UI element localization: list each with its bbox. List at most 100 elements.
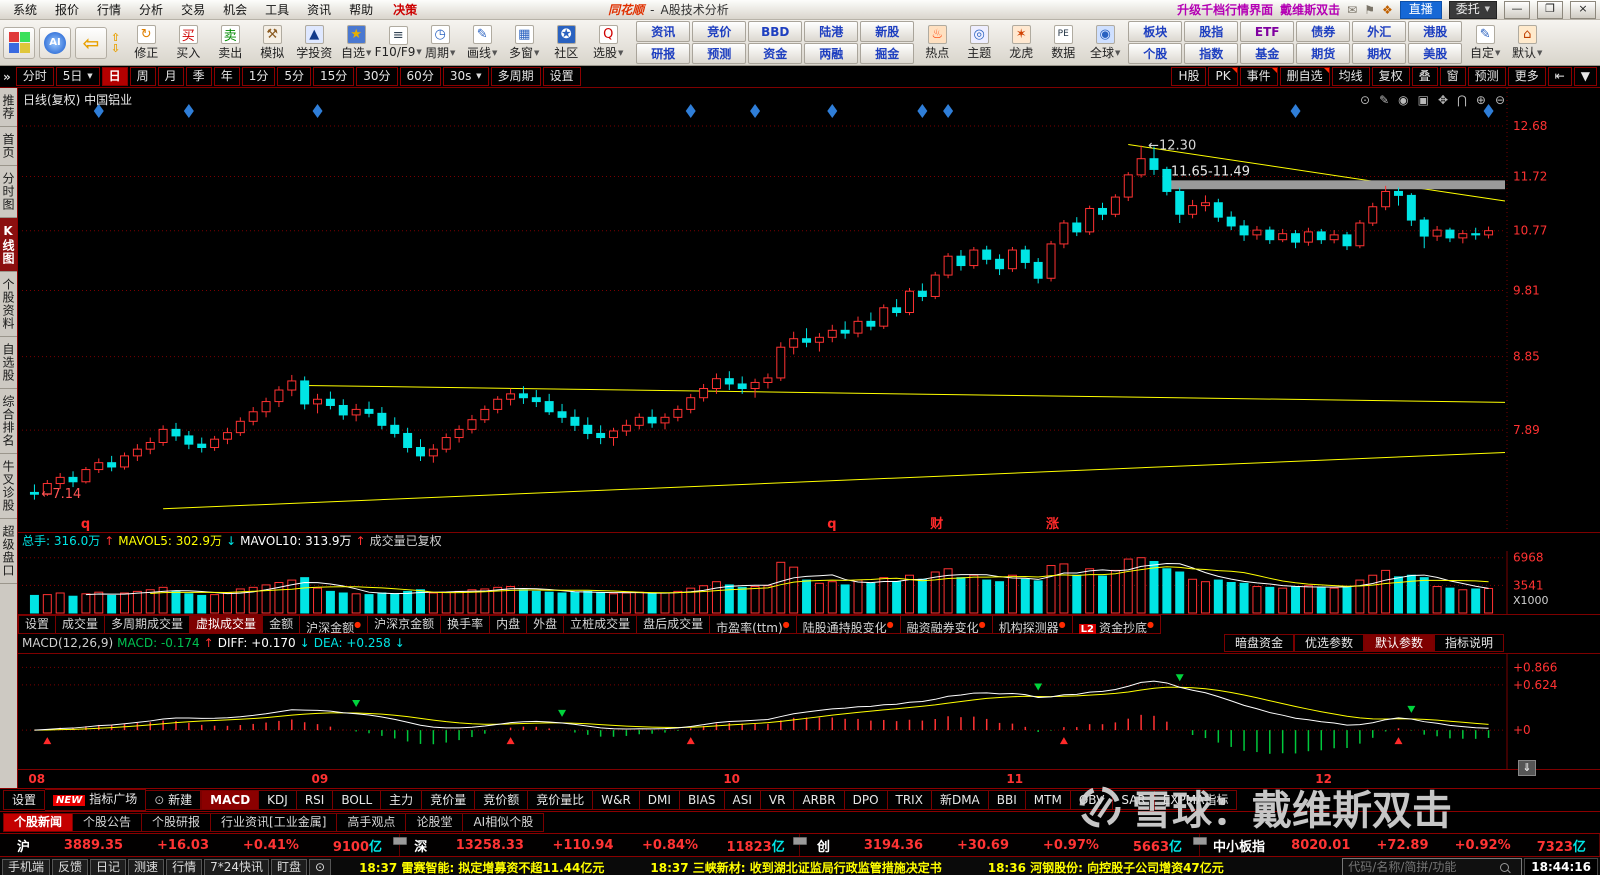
menu-item[interactable]: 资讯 <box>298 1 340 18</box>
stock-search-box[interactable] <box>1342 858 1523 875</box>
toolbar-研报-button[interactable]: 研报 <box>636 43 691 64</box>
skin-icon[interactable]: ❖ <box>1382 3 1393 17</box>
indicator-tab-DMI[interactable]: DMI <box>639 790 680 810</box>
indicator-tab-竞价量比[interactable]: 竞价量比 <box>528 790 594 810</box>
vol-tab-沪深金额[interactable]: 沪深金额● <box>300 614 369 634</box>
toolbar-个股-button[interactable]: 个股 <box>1128 43 1183 64</box>
toolbar-f10-button[interactable]: ≡ F10/F9▼ <box>375 22 422 64</box>
indicator-tab-SAR[interactable]: SAR <box>1113 790 1155 810</box>
indicator-tab-W&R[interactable]: W&R <box>593 790 640 810</box>
period-周-button[interactable]: 周 <box>129 67 156 86</box>
toolbar-资讯-button[interactable]: 资讯 <box>636 21 691 42</box>
indicator-tab-TRIX[interactable]: TRIX <box>887 790 932 810</box>
macd-pane[interactable]: +0.866 +0.624 +0 <box>18 652 1600 770</box>
chart-option-均线-button[interactable]: 均线 <box>1331 67 1370 86</box>
status-行情-button[interactable]: 行情 <box>166 858 203 875</box>
ticker-item[interactable]: 18:36 河钢股份: 向控股子公司增资47亿元 <box>988 859 1224 875</box>
indicator-tab-竞价额[interactable]: 竞价额 <box>475 790 529 810</box>
page-down-button[interactable]: ⇩ <box>111 43 120 54</box>
jump-to-latest-icon[interactable]: ⇤ <box>1547 67 1572 86</box>
sidebar-item-自选股[interactable]: 自选股 <box>0 337 17 389</box>
indicator-tab-MTM[interactable]: MTM <box>1025 790 1071 810</box>
menu-item[interactable]: 帮助 <box>340 1 382 18</box>
macd-暗盘资金-button[interactable]: 暗盘资金 <box>1223 634 1294 653</box>
macd-默认参数-button[interactable]: 默认参数 <box>1363 634 1434 653</box>
toolbar-hot-button[interactable]: ♨ 热点 <box>917 22 957 64</box>
news-tab-高手观点[interactable]: 高手观点 <box>337 813 407 832</box>
toolbar-外汇-button[interactable]: 外汇 <box>1352 21 1407 42</box>
menu-item-decision[interactable]: 决策 <box>384 1 426 18</box>
collapse-sidebar-icon[interactable]: » <box>3 70 11 84</box>
sidebar-item-牛叉诊股[interactable]: 牛叉诊股 <box>0 454 17 519</box>
indicator-tab-BBI[interactable]: BBI <box>988 790 1026 810</box>
macd-指标说明-button[interactable]: 指标说明 <box>1433 634 1504 653</box>
period-5分-button[interactable]: 5分 <box>277 67 311 86</box>
toolbar-期货-button[interactable]: 期货 <box>1296 43 1351 64</box>
chart-option-预测-button[interactable]: 预测 <box>1467 67 1506 86</box>
vol-tab-融资融券变化[interactable]: 融资融券变化● <box>900 614 993 634</box>
vol-tab-成交量[interactable]: 成交量 <box>56 614 106 634</box>
toolbar-资金-button[interactable]: 资金 <box>748 43 803 64</box>
toolbar-watchlist-button[interactable]: ★ 自选▼ <box>336 22 376 64</box>
vol-tab-市盈率(ttm)[interactable]: 市盈率(ttm)● <box>710 614 797 634</box>
toolbar-sell-button[interactable]: 卖卖出 <box>210 22 250 64</box>
vol-tab-机构探测器[interactable]: 机构探测器● <box>992 614 1073 634</box>
indicator-tab-竞价量[interactable]: 竞价量 <box>422 790 476 810</box>
menu-item[interactable]: 交易 <box>172 1 214 18</box>
sidebar-item-个股资料[interactable]: 个股资料 <box>0 272 17 337</box>
toolbar-simulate-button[interactable]: ⚒ 模拟 <box>252 22 292 64</box>
eye-icon[interactable]: ◉ <box>1398 93 1408 107</box>
vol-tab-设置[interactable]: 设置 <box>18 614 57 634</box>
toolbar-美股-button[interactable]: 美股 <box>1408 43 1463 64</box>
vol-tab-换手率[interactable]: 换手率 <box>441 614 491 634</box>
toolbar-两融-button[interactable]: 两融 <box>804 43 859 64</box>
period-60分-button[interactable]: 60分 <box>399 67 441 86</box>
indicator-tab-主力[interactable]: 主力 <box>381 790 423 810</box>
indicator-tab-RSI[interactable]: RSI <box>296 790 334 810</box>
ai-assistant-button[interactable]: AI <box>39 26 71 59</box>
toolbar-港股-button[interactable]: 港股 <box>1408 21 1463 42</box>
toolbar-custom-button[interactable]: ✎ 自定▼ <box>1465 22 1505 64</box>
indicator-tab-BOLL[interactable]: BOLL <box>333 790 382 810</box>
period-年-button[interactable]: 年 <box>213 67 240 86</box>
menu-item[interactable]: 机会 <box>214 1 256 18</box>
period-1分-button[interactable]: 1分 <box>241 67 276 86</box>
draw-icon[interactable]: ✎ <box>1379 93 1389 107</box>
indicator-tab-MACD[interactable]: MACD <box>201 790 260 810</box>
order-button[interactable]: 委托 ▼ <box>1448 0 1497 19</box>
toolbar-screener-button[interactable]: Q 选股▼ <box>588 22 628 64</box>
status-反馈-button[interactable]: 反馈 <box>52 858 89 875</box>
vol-tab-盘后成交量[interactable]: 盘后成交量 <box>637 614 711 634</box>
indicator-tab-KDJ[interactable]: KDJ <box>259 790 297 810</box>
period-季-button[interactable]: 季 <box>185 67 212 86</box>
toolbar-竞价-button[interactable]: 竞价 <box>692 21 747 42</box>
toolbar-community-button[interactable]: ✪ 社区 <box>546 22 586 64</box>
account-name[interactable]: 戴维斯双击 <box>1280 1 1340 18</box>
splitter-grip[interactable] <box>393 837 407 845</box>
vol-tab-资金抄底[interactable]: L2 资金抄底● <box>1072 614 1161 634</box>
toolbar-theme-button[interactable]: ◎ 主题 <box>959 22 999 64</box>
period-15分-button[interactable]: 15分 <box>312 67 355 86</box>
toolbar-learn-button[interactable]: ▲ 学投资 <box>294 22 334 64</box>
upgrade-link[interactable]: 升级千档行情界面 <box>1177 1 1273 18</box>
ticker-item[interactable]: 18:37 雷赛智能: 拟定增募资不超11.44亿元 <box>359 859 604 875</box>
macd-优选参数-button[interactable]: 优选参数 <box>1293 634 1364 653</box>
toolbar-陆港-button[interactable]: 陆港 <box>804 21 859 42</box>
mail-icon[interactable]: ✉ <box>1347 3 1357 17</box>
toolbar-globe-button[interactable]: ◉ 全球▼ <box>1085 22 1125 64</box>
minimize-button[interactable]: — <box>1504 0 1530 19</box>
news-tab-个股新闻[interactable]: 个股新闻 <box>3 813 74 832</box>
indicator-tab-ASI[interactable]: ASI <box>724 790 761 810</box>
vol-tab-陆股通持股变化[interactable]: 陆股通持股变化● <box>796 614 901 634</box>
chart-option-PK-button[interactable]: PK <box>1208 67 1238 86</box>
chart-option-删自选-button[interactable]: 删自选 <box>1279 67 1330 86</box>
index-group-沪[interactable]: 沪 3889.35 +16.03 +0.41% 9100亿 <box>0 834 400 856</box>
period-30s-button[interactable]: 30s ▼ <box>442 67 489 86</box>
splitter-grip[interactable] <box>1193 837 1207 845</box>
chart-option-H股-button[interactable]: H股 <box>1171 67 1207 86</box>
indicator-tab-新DMA[interactable]: 新DMA <box>931 790 989 810</box>
index-group-中小板指[interactable]: 中小板指 8020.01 +72.89 +0.92% 7323亿 <box>1193 834 1600 856</box>
restore-button[interactable]: ❐ <box>1537 0 1563 19</box>
status-7*24快讯-button[interactable]: 7*24快讯 <box>204 858 269 875</box>
notification-bell-icon[interactable]: ⚑ <box>1364 3 1375 17</box>
